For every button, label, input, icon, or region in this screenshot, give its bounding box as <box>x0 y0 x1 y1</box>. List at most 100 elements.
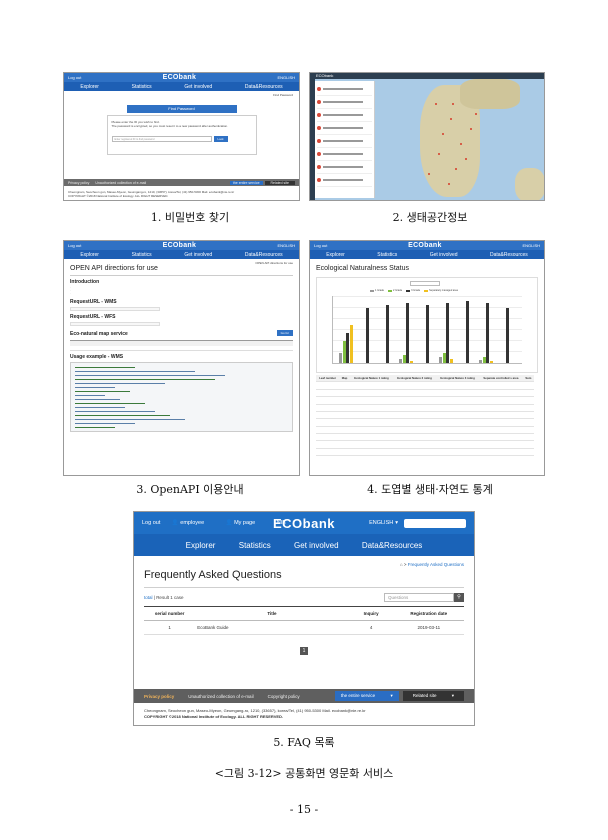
language-select[interactable]: ENGLISH <box>277 75 295 80</box>
top-link[interactable]: Log out <box>314 243 327 248</box>
map-marker-icon[interactable] <box>470 128 472 130</box>
id-input[interactable]: Enter registered ID to find password <box>111 136 212 142</box>
map-marker-icon[interactable] <box>455 168 457 170</box>
screenshot-faq: Log out 👤 employee 👤 My page NIE ECObank… <box>133 511 475 726</box>
map-marker-icon[interactable] <box>450 118 452 120</box>
nav-explorer[interactable]: Explorer <box>326 252 345 258</box>
chart-select[interactable] <box>410 281 440 286</box>
nav-get-involved[interactable]: Get involved <box>430 252 458 258</box>
map-marker-icon[interactable] <box>428 173 430 175</box>
go-for-button[interactable]: Go for <box>276 329 293 336</box>
chart-bar <box>489 361 493 363</box>
faq-toolbar: total | Result 1 case Questions ⚲ <box>144 593 464 602</box>
table-header-row: serial number Title Inquiry Registration… <box>144 606 464 621</box>
japan-land <box>515 168 544 200</box>
list-item[interactable] <box>317 161 372 174</box>
footer-link[interactable]: Unauthorized collection of e-mail <box>95 181 146 185</box>
table-cell <box>522 433 534 442</box>
list-item[interactable] <box>317 148 372 161</box>
caption-1: 1. 비밀번호 찾기 <box>150 211 230 224</box>
table-row <box>316 396 534 405</box>
map-marker-icon[interactable] <box>452 103 454 105</box>
search-icon[interactable]: ⚲ <box>454 593 464 602</box>
nav-get-involved[interactable]: Get involved <box>184 84 212 90</box>
table-cell <box>479 404 523 412</box>
search-input[interactable] <box>404 518 466 528</box>
site-logo[interactable]: ECObank <box>81 74 277 81</box>
map-marker-icon[interactable] <box>475 113 477 115</box>
nav-data-resources[interactable]: Data&Resources <box>490 252 528 258</box>
column-header: Sum <box>522 375 534 383</box>
list-item[interactable] <box>317 122 372 135</box>
top-link[interactable]: Log out <box>68 243 81 248</box>
list-item[interactable] <box>317 174 372 187</box>
copyright-policy-link[interactable]: Copyright policy <box>268 694 300 699</box>
map-marker-icon[interactable] <box>442 133 444 135</box>
map-marker-icon[interactable] <box>460 143 462 145</box>
nav-get-involved[interactable]: Get involved <box>294 541 338 550</box>
list-item[interactable] <box>317 135 372 148</box>
table-cell <box>522 389 534 398</box>
map-marker-icon[interactable] <box>465 158 467 160</box>
list-item[interactable] <box>317 109 372 122</box>
map-logo[interactable]: ECObank <box>316 73 333 78</box>
page-button[interactable]: 1 <box>300 647 308 655</box>
map-marker-icon[interactable] <box>438 153 440 155</box>
cell-serial: 1 <box>144 620 196 635</box>
intro-text: · · · <box>70 286 78 296</box>
table-cell <box>522 418 534 427</box>
table-cell <box>479 389 523 398</box>
email-policy-link[interactable]: Unauthorized collection of e-mail <box>188 694 253 699</box>
nav-data-resources[interactable]: Data&Resources <box>245 252 283 258</box>
footer-link[interactable]: Privacy policy <box>68 181 89 185</box>
column-header: Ecological Nature 2 rating <box>393 375 437 383</box>
site-logo[interactable]: ECObank <box>81 242 277 249</box>
col-date: Registration date <box>393 606 464 621</box>
table-row <box>316 404 534 412</box>
main-nav: Explorer Statistics Get involved Data&Re… <box>310 250 544 259</box>
site-logo[interactable]: ECObank <box>327 242 522 249</box>
table-cell <box>393 426 437 435</box>
nav-explorer[interactable]: Explorer <box>80 252 99 258</box>
related-site-button[interactable]: Related site <box>264 180 295 185</box>
result-count: Result 1 case <box>156 595 184 600</box>
look-button[interactable]: Look <box>213 136 228 142</box>
nav-statistics[interactable]: Statistics <box>377 252 397 258</box>
table-cell <box>393 440 437 449</box>
map-marker-icon[interactable] <box>448 183 450 185</box>
screenshot-statistics: Log out ECObank ENGLISH Explorer Statist… <box>309 240 545 476</box>
language-select[interactable]: ENGLISH <box>277 243 295 248</box>
nav-explorer[interactable]: Explorer <box>186 541 216 550</box>
page-number: - 15 - <box>289 803 319 816</box>
cell-title[interactable]: EcoBank Guide <box>195 620 349 635</box>
code-line <box>75 382 165 384</box>
grid-line <box>333 296 522 297</box>
nav-explorer[interactable]: Explorer <box>80 84 99 90</box>
table-cell <box>436 433 480 442</box>
entire-service-button[interactable]: the entire service <box>229 180 263 185</box>
entire-service-button[interactable]: the entire service ▾ <box>334 691 399 701</box>
breadcrumb-current[interactable]: Frequently Asked Questions <box>408 562 464 567</box>
faq-search-input[interactable]: Questions <box>384 593 454 602</box>
top-bar: Log out ECObank ENGLISH <box>310 241 544 250</box>
list-item[interactable] <box>317 83 372 96</box>
col-title: Title <box>195 606 349 621</box>
table-cell <box>522 411 534 420</box>
privacy-policy-link[interactable]: Privacy policy <box>144 694 174 699</box>
home-icon[interactable]: ⌂ <box>400 562 403 567</box>
related-site-button[interactable]: Related site ▾ <box>402 691 464 701</box>
top-link[interactable]: Log out <box>68 75 81 80</box>
list-item[interactable] <box>317 96 372 109</box>
nav-statistics[interactable]: Statistics <box>239 541 271 550</box>
table-row[interactable]: 1 EcoBank Guide 4 2019-03-11 <box>144 620 464 635</box>
table-cell <box>316 389 340 398</box>
language-select[interactable]: ENGLISH <box>522 243 540 248</box>
nav-statistics[interactable]: Statistics <box>132 84 152 90</box>
nav-data-resources[interactable]: Data&Resources <box>245 84 283 90</box>
table-cell <box>339 418 350 427</box>
nav-get-involved[interactable]: Get involved <box>184 252 212 258</box>
nav-data-resources[interactable]: Data&Resources <box>362 541 422 550</box>
nav-statistics[interactable]: Statistics <box>132 252 152 258</box>
map-marker-icon[interactable] <box>435 103 437 105</box>
chart-bar <box>366 308 369 363</box>
